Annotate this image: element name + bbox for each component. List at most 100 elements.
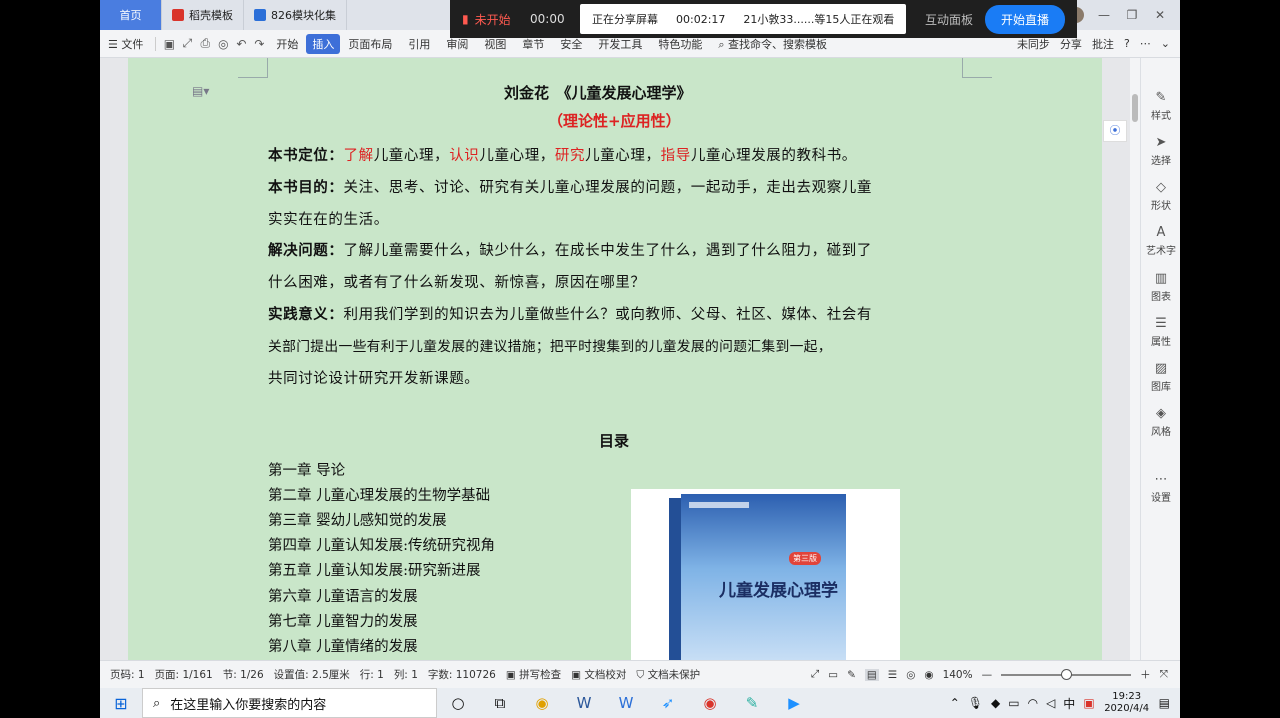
pen-icon: ✎ — [1155, 90, 1167, 105]
doc-nav-icon[interactable]: ▤▾ — [192, 84, 209, 98]
toc-item[interactable]: 第八章 儿童情绪的发展 — [268, 635, 418, 656]
battery-icon[interactable]: ▭ — [1008, 696, 1019, 710]
netease-icon[interactable]: ◉ — [689, 694, 731, 712]
gallery-tool[interactable]: ▨ 图库 — [1141, 361, 1180, 393]
dropbox-icon[interactable]: ◆ — [991, 696, 1000, 710]
zoom-knob[interactable] — [1061, 668, 1073, 680]
signal-icon: ▮ — [462, 12, 469, 26]
redo-icon[interactable]: ↷ — [250, 37, 268, 51]
more-icon[interactable]: ⋯ — [1140, 37, 1151, 50]
wps-writer-icon[interactable]: W — [605, 694, 647, 712]
property-tool[interactable]: ☰ 属性 — [1141, 316, 1180, 348]
para-solve: 解决问题：了解儿童需要什么，缺少什么，在成长中发生了什么，遇到了什么阻力，碰到了 — [268, 239, 872, 260]
interact-panel-button[interactable]: 互动面板 — [925, 11, 973, 28]
zoom-slider[interactable] — [1001, 668, 1132, 680]
cortana-icon[interactable]: ○ — [437, 694, 479, 712]
toc-item[interactable]: 第四章 儿童认知发展:传统研究视角 — [268, 534, 495, 555]
menu-reference[interactable]: 引用 — [400, 36, 438, 52]
minimize-icon[interactable]: — — [1096, 8, 1112, 22]
tab-home[interactable]: 首页 — [100, 0, 162, 30]
comment-button[interactable]: 批注 — [1092, 36, 1114, 52]
chrome-icon[interactable]: ◉ — [521, 694, 563, 712]
toc-item[interactable]: 第五章 儿童认知发展:研究新进展 — [268, 559, 481, 580]
microphone-icon[interactable]: 🎙 — [968, 696, 983, 710]
taskbar-search[interactable]: ⌕ 在这里输入你要搜索的内容 — [142, 688, 437, 718]
word-icon[interactable]: W — [563, 694, 605, 712]
menu-start[interactable]: 开始 — [268, 36, 306, 52]
tab-document[interactable]: 826模块化集 — [244, 0, 347, 30]
spell-check-button[interactable]: ▣ 拼写检查 — [506, 667, 561, 682]
wordart-tool[interactable]: A 艺术字 — [1141, 225, 1180, 257]
menu-insert[interactable]: 插入 — [306, 33, 341, 54]
fullscreen-icon[interactable]: ⤢ — [811, 668, 819, 681]
restore-icon[interactable]: ❐ — [1124, 8, 1140, 22]
file-menu[interactable]: ☰ 文件 — [100, 36, 151, 52]
protect-button[interactable]: ⛉ 文档未保护 — [636, 667, 700, 682]
outline-icon[interactable]: ☰ — [888, 669, 897, 681]
toc-item[interactable]: 第六章 儿童语言的发展 — [268, 585, 418, 606]
toc-item[interactable]: 第一章 导论 — [268, 459, 345, 480]
doc-subtitle: （理论性+应用性） — [548, 112, 681, 130]
status-page: 页码: 1 — [110, 669, 145, 681]
divider — [155, 36, 157, 51]
document-page[interactable]: ▤▾ 刘金花 《儿童发展心理学》 （理论性+应用性） 本书定位：了解儿童心理，认… — [128, 58, 1102, 660]
vertical-scrollbar[interactable] — [1130, 58, 1140, 660]
zoom-in-icon[interactable]: ＋ — [1140, 667, 1151, 682]
wps-tray-icon[interactable]: ▣ — [1083, 696, 1094, 710]
export-icon[interactable]: ⤢ — [178, 36, 196, 51]
tab-docer[interactable]: 稻壳模板 — [162, 0, 244, 30]
scroll-thumb[interactable] — [1132, 94, 1138, 122]
protect-label: 文档未保护 — [647, 669, 701, 681]
task-view-icon[interactable]: ⧉ — [479, 694, 521, 712]
wifi-icon[interactable]: ◠ — [1028, 696, 1038, 710]
menu-layout[interactable]: 页面布局 — [340, 36, 400, 52]
status-words[interactable]: 字数: 110726 — [428, 667, 496, 682]
print-icon[interactable]: ⎙ — [196, 36, 214, 51]
close-icon[interactable]: ✕ — [1152, 8, 1168, 22]
toc-item[interactable]: 第二章 儿童心理发展的生物学基础 — [268, 484, 490, 505]
undo-icon[interactable]: ↶ — [232, 37, 250, 51]
web-view-icon[interactable]: ◎ — [906, 669, 915, 681]
toc-item[interactable]: 第七章 儿童智力的发展 — [268, 610, 418, 631]
pen-app-icon[interactable]: ✎ — [731, 694, 773, 712]
select-tool[interactable]: ➤ 选择 — [1141, 135, 1180, 167]
clock[interactable]: 19:23 2020/4/4 — [1103, 691, 1151, 715]
start-live-button[interactable]: 开始直播 — [984, 4, 1065, 34]
location-pin-icon[interactable]: ⦿ — [1103, 120, 1127, 142]
chart-tool[interactable]: ▥ 图表 — [1141, 271, 1180, 303]
style-tool[interactable]: ✎ 样式 — [1141, 90, 1180, 122]
save-icon[interactable]: ▣ — [160, 37, 178, 51]
shape-tool[interactable]: ◇ 形状 — [1141, 180, 1180, 212]
settings-tool[interactable]: ⋯ 设置 — [1141, 472, 1180, 504]
toc-item[interactable]: 第三章 婴幼儿感知觉的发展 — [268, 509, 447, 530]
para-practice-cont: 关部门提出一些有利于儿童发展的建议措施；把平时搜集到的儿童发展的问题汇集到一起， — [268, 339, 832, 355]
tray-expand-icon[interactable]: ⌃ — [950, 696, 960, 710]
theme-tool[interactable]: ◈ 风格 — [1141, 406, 1180, 438]
edition-badge: 第三版 — [789, 552, 821, 565]
feather-icon[interactable]: ➶ — [647, 694, 689, 712]
eye-icon[interactable]: ◉ — [924, 669, 933, 681]
tab-label: 首页 — [119, 9, 142, 22]
video-app-icon[interactable]: ▶ — [773, 694, 815, 712]
help-icon[interactable]: ? — [1124, 37, 1130, 50]
page-view-icon[interactable]: ▤ — [864, 668, 879, 681]
notification-icon[interactable]: ▤ — [1159, 696, 1170, 710]
volume-icon[interactable]: ◁ — [1046, 696, 1055, 710]
proofread-button[interactable]: ▣ 文档校对 — [571, 667, 626, 682]
tool-label: 样式 — [1151, 111, 1171, 122]
text: 利用我们学到的知识去为儿童做些什么？或向教师、父母、社区、媒体、社会有 — [343, 307, 872, 323]
read-mode-icon[interactable]: ▭ — [828, 669, 838, 681]
preview-icon[interactable]: ◎ — [214, 37, 232, 51]
highlight: 研究 — [554, 148, 586, 164]
book-cover-image[interactable]: 第三版 儿童发展心理学 — [631, 489, 900, 660]
windows-start-icon[interactable]: ⊞ — [100, 694, 142, 713]
document-area[interactable]: ▤▾ 刘金花 《儿童发展心理学》 （理论性+应用性） 本书定位：了解儿童心理，认… — [100, 58, 1130, 660]
zoom-level[interactable]: 140% — [943, 669, 973, 681]
zoom-out-icon[interactable]: — — [982, 669, 993, 681]
ime-indicator[interactable]: 中 — [1063, 695, 1075, 712]
edit-mode-icon[interactable]: ✎ — [847, 669, 856, 681]
fit-icon[interactable]: ⤧ — [1160, 668, 1168, 681]
margin-mark — [962, 58, 992, 78]
collapse-icon[interactable]: ⌄ — [1161, 37, 1170, 50]
status-pages[interactable]: 页面: 1/161 — [155, 667, 213, 682]
